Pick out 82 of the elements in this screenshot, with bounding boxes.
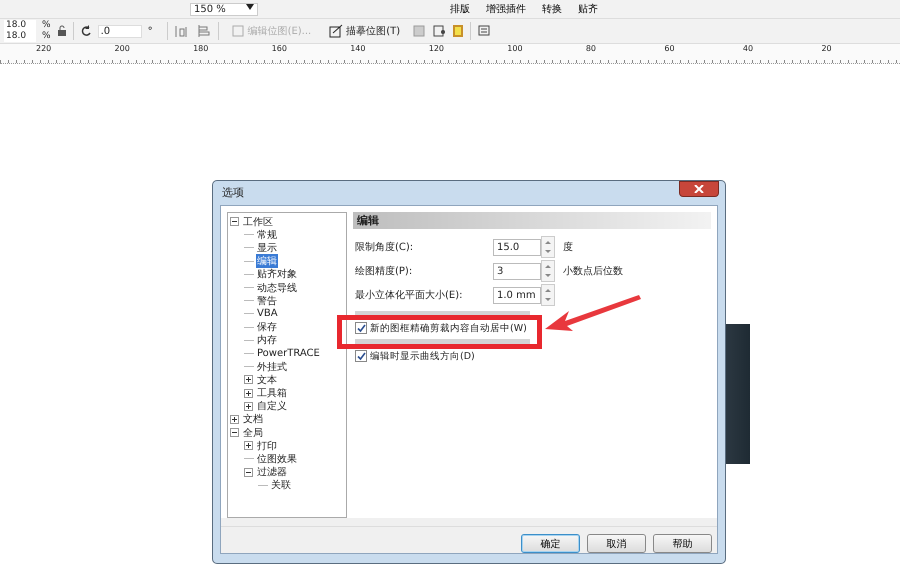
tree-item[interactable]: 外挂式 <box>256 360 288 374</box>
unit-label: % <box>42 20 51 31</box>
tree-item[interactable]: 警告 <box>256 294 278 308</box>
dialog-button[interactable]: 取消 <box>587 534 646 553</box>
zoom-dropdown[interactable]: 150 % <box>190 2 258 16</box>
checkbox-label: 编辑时显示曲线方向(D) <box>370 350 475 362</box>
tree-item[interactable]: 工具箱 <box>256 386 288 400</box>
tree-item[interactable]: PowerTRACE <box>256 348 321 359</box>
spin-arrows-icon[interactable] <box>541 284 555 306</box>
trace-icon <box>329 24 344 38</box>
caret-icon[interactable] <box>246 4 254 10</box>
expand-toggle[interactable] <box>230 217 239 226</box>
tree-item[interactable]: 打印 <box>256 438 278 453</box>
ruler-label: 120 <box>428 44 446 55</box>
dialog-button[interactable]: 确定 <box>521 534 580 553</box>
expand-toggle[interactable] <box>244 375 253 384</box>
tree-item[interactable]: 显示 <box>256 240 278 255</box>
ruler-label: 140 <box>350 44 366 55</box>
tree-item[interactable]: 动态导线 <box>256 280 298 295</box>
checkbox-label: 新的图框精确剪裁内容自动居中(W) <box>370 322 527 334</box>
spin-field[interactable]: 3 <box>493 262 541 280</box>
tree-item[interactable]: 自定义 <box>256 399 288 414</box>
toolbar-button[interactable]: 转换 <box>538 2 566 16</box>
scale-y-field[interactable]: 18.0 <box>4 31 36 42</box>
bitmap-icon[interactable] <box>432 24 446 38</box>
ruler-label: 200 <box>114 44 131 55</box>
ruler-label: 160 <box>272 44 288 55</box>
trace-bitmap-button[interactable]: 描摹位图(T) <box>323 24 406 38</box>
checkbox[interactable] <box>355 322 367 334</box>
tree-item[interactable]: 工作区 <box>242 214 274 229</box>
tree-item[interactable]: 位图效果 <box>256 452 298 466</box>
tree-item[interactable]: 关联 <box>270 478 292 492</box>
tree-item[interactable]: 内存 <box>256 333 278 348</box>
tree-item[interactable]: VBA <box>256 308 279 320</box>
align-icon[interactable] <box>196 24 212 38</box>
ruler-label: 100 <box>507 44 524 55</box>
unit-label: 度 <box>563 240 573 254</box>
toolbar-button[interactable]: 增强插件 <box>482 2 530 16</box>
tree-item[interactable]: 全局 <box>242 426 264 440</box>
field-label: 限制角度(C): <box>354 240 414 254</box>
ruler-label: 20 <box>821 44 833 55</box>
spin-field[interactable]: 15.0 <box>493 238 541 256</box>
unit-label: 小数点后位数 <box>563 264 623 278</box>
degree-label: ° <box>148 26 153 36</box>
crop-icon[interactable] <box>412 24 426 38</box>
close-icon <box>694 185 704 193</box>
section-header: 编辑 <box>353 212 711 229</box>
tree-item[interactable]: 编辑 <box>256 254 278 268</box>
ruler-label: 40 <box>742 44 754 55</box>
tree-item[interactable]: 保存 <box>256 320 278 334</box>
field-label: 最小立体化平面大小(E): <box>354 288 464 302</box>
lock-icon[interactable] <box>56 25 67 37</box>
toolbar-button[interactable]: 排版 <box>446 2 474 16</box>
tree-item[interactable]: 贴齐对象 <box>256 267 298 282</box>
expand-toggle[interactable] <box>230 428 239 438</box>
spin-arrows-icon[interactable] <box>541 260 555 282</box>
spin-field[interactable]: 1.0 mm <box>493 286 541 304</box>
dialog-title: 选项 <box>221 185 245 201</box>
expand-toggle[interactable] <box>244 441 253 450</box>
toolbar-button[interactable]: 贴齐 <box>574 2 602 16</box>
spin-arrows-icon[interactable] <box>541 236 555 258</box>
expand-toggle[interactable] <box>244 468 253 477</box>
ruler-label: 60 <box>664 44 676 55</box>
tree-item[interactable]: 过滤器 <box>256 465 288 480</box>
rotation-field[interactable]: .0 <box>98 24 142 38</box>
expand-toggle[interactable] <box>244 402 253 411</box>
checkbox[interactable] <box>355 350 367 362</box>
ruler-label: 80 <box>586 44 598 55</box>
bitmap-icon <box>230 24 245 38</box>
ruler-label: 220 <box>36 44 52 55</box>
tree-item[interactable]: 文本 <box>256 372 278 387</box>
unit-label: % <box>42 31 51 42</box>
tree-item[interactable]: 常规 <box>256 228 278 242</box>
expand-toggle[interactable] <box>230 414 239 424</box>
expand-toggle[interactable] <box>244 388 253 398</box>
ruler-label: 180 <box>193 44 210 55</box>
field-label: 绘图精度(P): <box>354 264 414 278</box>
tree-item[interactable]: 文档 <box>242 412 264 426</box>
rotate-icon <box>80 25 92 37</box>
scale-x-field[interactable]: 18.0 <box>4 20 36 31</box>
dialog-button[interactable]: 帮助 <box>653 534 712 553</box>
close-button[interactable] <box>679 181 719 197</box>
